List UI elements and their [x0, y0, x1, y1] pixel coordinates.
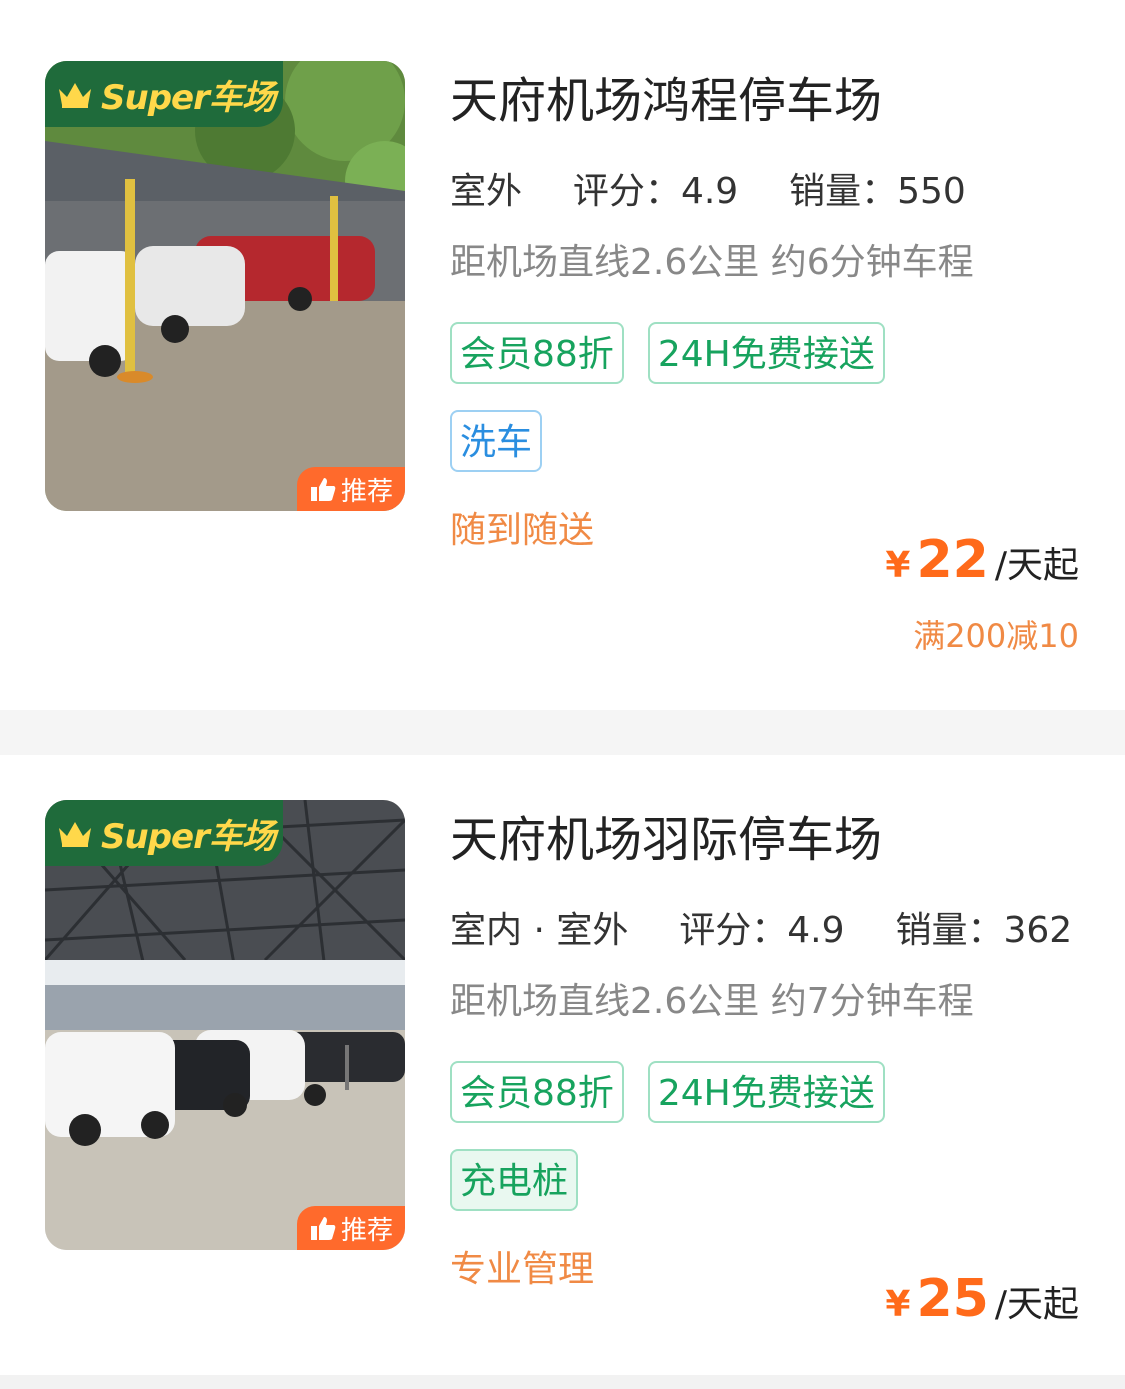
parking-photo[interactable]: Super车场 推荐: [45, 61, 405, 511]
parking-meta: 室外 评分：4.9 销量：550: [447, 170, 966, 218]
sales-label: 销量：: [895, 910, 1004, 951]
recommend-badge: 推荐: [297, 1206, 405, 1250]
super-lot-badge: Super车场: [45, 800, 283, 866]
sales-value: 362: [1003, 910, 1073, 951]
feature-text: 专业管理: [450, 1249, 595, 1290]
rating-value: 4.9: [787, 910, 845, 951]
distance-info: 距机场直线2.6公里 约6分钟车程: [450, 242, 974, 283]
tag-charging-station: 充电桩: [450, 1149, 579, 1211]
sales-label: 销量：: [789, 171, 898, 212]
parking-list: Super车场 推荐 天府机场鸿程停车场 室外 评分：4.9 销量：550 距机…: [0, 0, 1125, 1389]
promo-text: 满200减10: [913, 617, 1079, 655]
tag-member-discount: 会员88折: [450, 322, 624, 384]
rating-label: 评分：: [679, 910, 788, 951]
currency-symbol: ¥: [885, 545, 911, 586]
parking-card[interactable]: Super车场 推荐 天府机场鸿程停车场 室外 评分：4.9 销量：550 距机…: [0, 0, 1125, 710]
list-separator: [0, 1375, 1125, 1389]
crown-icon: [59, 822, 91, 847]
recommend-label: 推荐: [340, 1215, 393, 1246]
tag-list: 会员88折 24H免费接送 充电桩: [450, 1061, 1090, 1237]
thumbs-up-icon: [310, 1217, 336, 1240]
tag-member-discount: 会员88折: [450, 1061, 624, 1123]
rating-value: 4.9: [680, 171, 739, 212]
price-unit: /天起: [994, 545, 1079, 586]
price-unit: /天起: [994, 1284, 1079, 1325]
price: ¥25/天起: [885, 1269, 1079, 1341]
crown-icon: [59, 83, 91, 108]
parking-photo-image: [45, 61, 405, 511]
price: ¥22/天起: [885, 530, 1079, 602]
thumbs-up-icon: [310, 478, 336, 501]
parking-type: 室外: [447, 171, 525, 218]
currency-symbol: ¥: [885, 1284, 911, 1325]
feature-text: 随到随送: [450, 510, 595, 551]
parking-title[interactable]: 天府机场鸿程停车场: [450, 66, 882, 136]
parking-type: 室内 · 室外: [447, 910, 631, 957]
parking-card[interactable]: Super车场 推荐 天府机场羽际停车场 室内 · 室外 评分：4.9 销量：3…: [0, 755, 1125, 1375]
recommend-badge: 推荐: [297, 467, 405, 511]
parking-title[interactable]: 天府机场羽际停车场: [450, 805, 882, 875]
super-lot-label: Super车场: [101, 816, 276, 857]
parking-photo-image: [45, 800, 405, 1250]
super-lot-label: Super车场: [101, 77, 276, 118]
parking-meta: 室内 · 室外 评分：4.9 销量：362: [447, 909, 1073, 957]
sales-value: 550: [897, 171, 966, 212]
tag-free-shuttle: 24H免费接送: [647, 1061, 885, 1123]
rating-label: 评分：: [572, 171, 681, 212]
distance-info: 距机场直线2.6公里 约7分钟车程: [450, 981, 974, 1022]
tag-list: 会员88折 24H免费接送 洗车: [450, 322, 1090, 498]
tag-free-shuttle: 24H免费接送: [647, 322, 885, 384]
recommend-label: 推荐: [340, 476, 393, 507]
parking-photo[interactable]: Super车场 推荐: [45, 800, 405, 1250]
price-value: 25: [916, 1269, 989, 1329]
super-lot-badge: Super车场: [45, 61, 283, 127]
price-value: 22: [916, 530, 989, 590]
tag-car-wash: 洗车: [450, 410, 543, 472]
